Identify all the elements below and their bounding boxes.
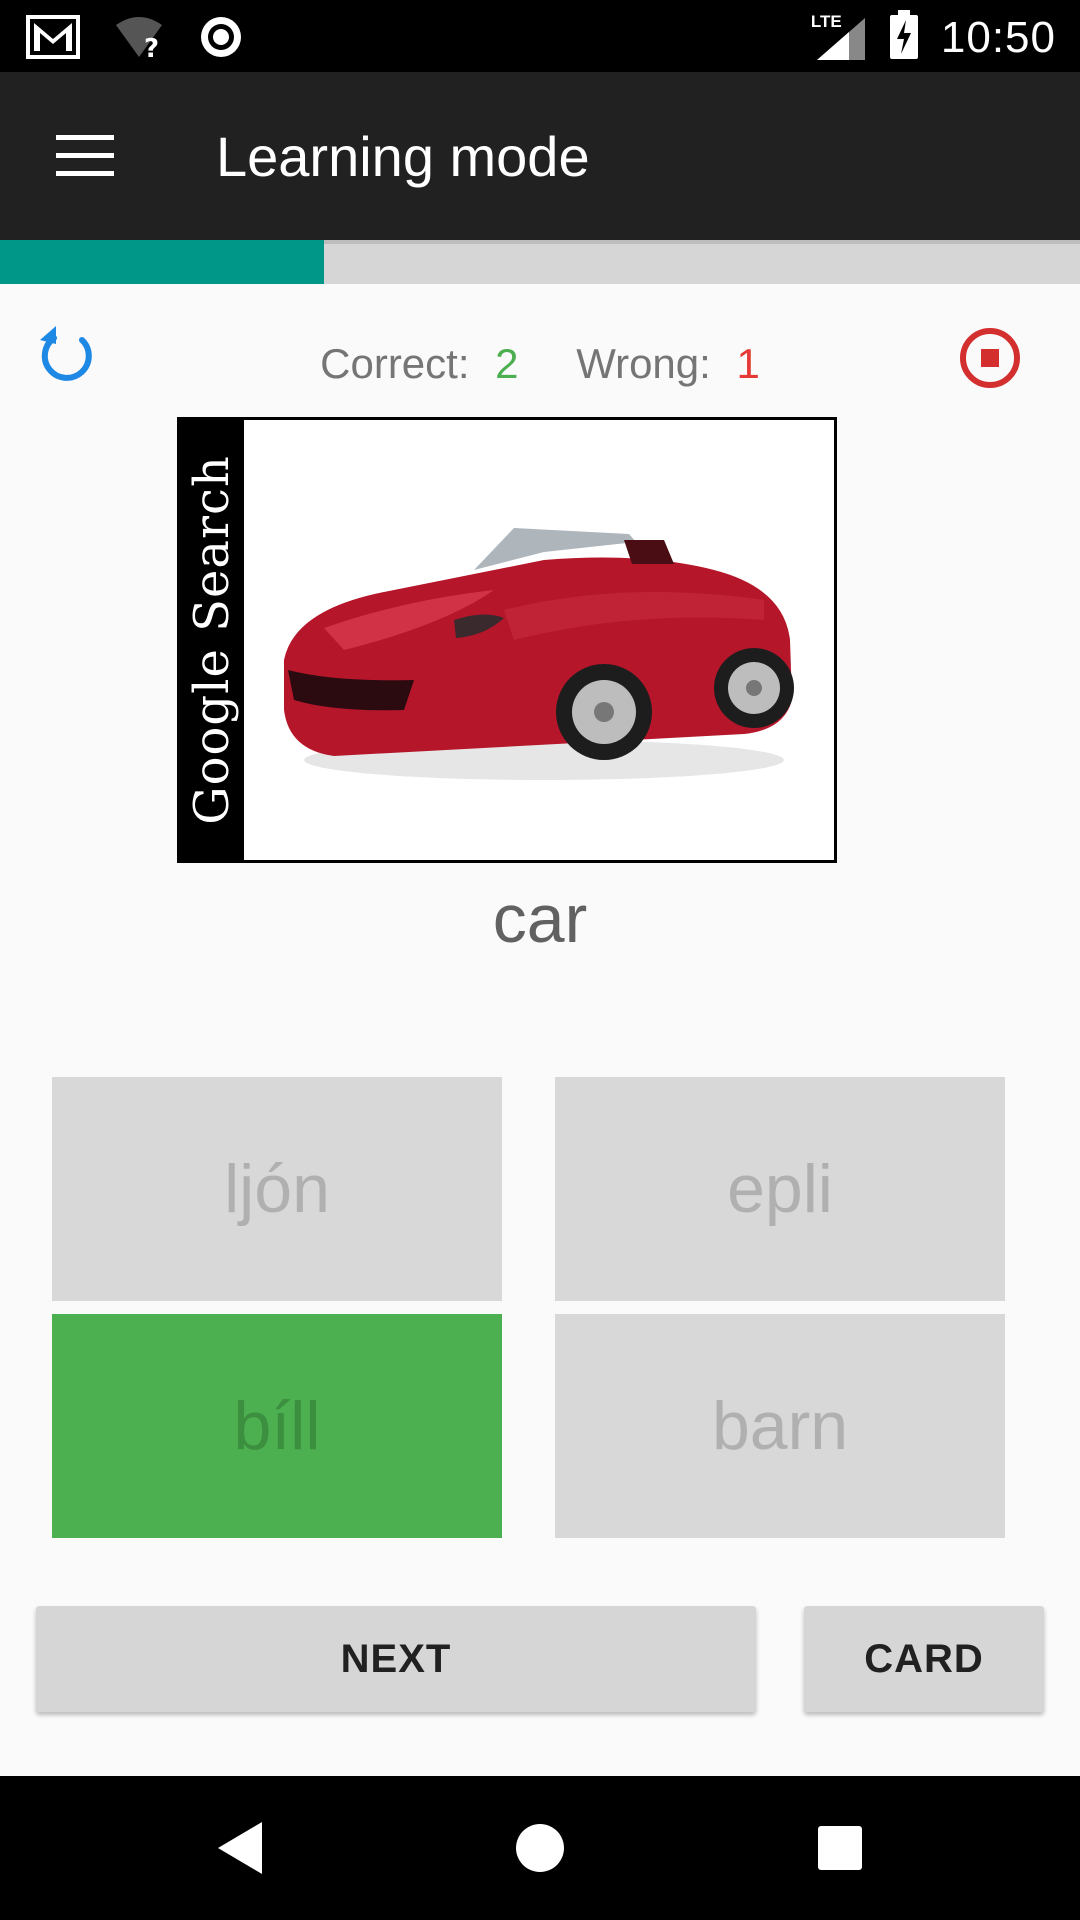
progress-fill <box>0 240 324 284</box>
flashcard-image: Google Search <box>177 417 837 863</box>
answer-label: ljón <box>224 1151 330 1227</box>
app-bar: Learning mode <box>0 72 1080 240</box>
answer-option-2[interactable]: epli <box>555 1077 1005 1301</box>
car-photo <box>244 460 834 820</box>
back-icon[interactable] <box>204 1812 276 1884</box>
card-button-label: CARD <box>864 1636 984 1681</box>
battery-charging-icon <box>889 10 919 65</box>
status-bar: ? LTE 10:50 <box>0 0 1080 72</box>
svg-text:?: ? <box>144 34 159 59</box>
google-search-watermark: Google Search <box>180 420 244 860</box>
home-icon[interactable] <box>504 1812 576 1884</box>
answer-label: bíll <box>233 1388 321 1464</box>
record-icon <box>198 14 244 65</box>
answer-label: barn <box>711 1388 849 1464</box>
correct-label: Correct: <box>320 340 470 387</box>
wrong-label: Wrong: <box>576 340 711 387</box>
answer-label: epli <box>727 1151 833 1227</box>
stop-icon[interactable] <box>956 324 1024 392</box>
hamburger-menu-icon[interactable] <box>40 116 130 196</box>
correct-count: 2 <box>495 340 519 387</box>
gmail-icon <box>26 15 80 64</box>
clock: 10:50 <box>940 12 1056 62</box>
lte-label: LTE <box>810 11 842 31</box>
status-bar-right: LTE 10:50 <box>811 10 1056 65</box>
wrong-count: 1 <box>736 340 760 387</box>
answer-option-3[interactable]: bíll <box>52 1314 502 1538</box>
progress-bar <box>0 240 1080 284</box>
recents-icon[interactable] <box>804 1812 876 1884</box>
answer-option-1[interactable]: ljón <box>52 1077 502 1301</box>
system-nav-bar <box>0 1776 1080 1920</box>
question-word: car <box>492 881 588 957</box>
next-button-label: NEXT <box>340 1636 452 1681</box>
answer-option-4[interactable]: barn <box>555 1314 1005 1538</box>
status-bar-left: ? <box>26 14 244 65</box>
card-button[interactable]: CARD <box>804 1606 1044 1712</box>
lte-signal-icon: LTE <box>810 11 867 62</box>
score-line: Correct: 2 Wrong: 1 <box>0 340 1080 388</box>
wifi-unknown-icon: ? <box>114 15 164 64</box>
next-button[interactable]: NEXT <box>36 1606 756 1712</box>
watermark-text: Google Search <box>184 455 240 825</box>
page-title: Learning mode <box>216 125 590 188</box>
